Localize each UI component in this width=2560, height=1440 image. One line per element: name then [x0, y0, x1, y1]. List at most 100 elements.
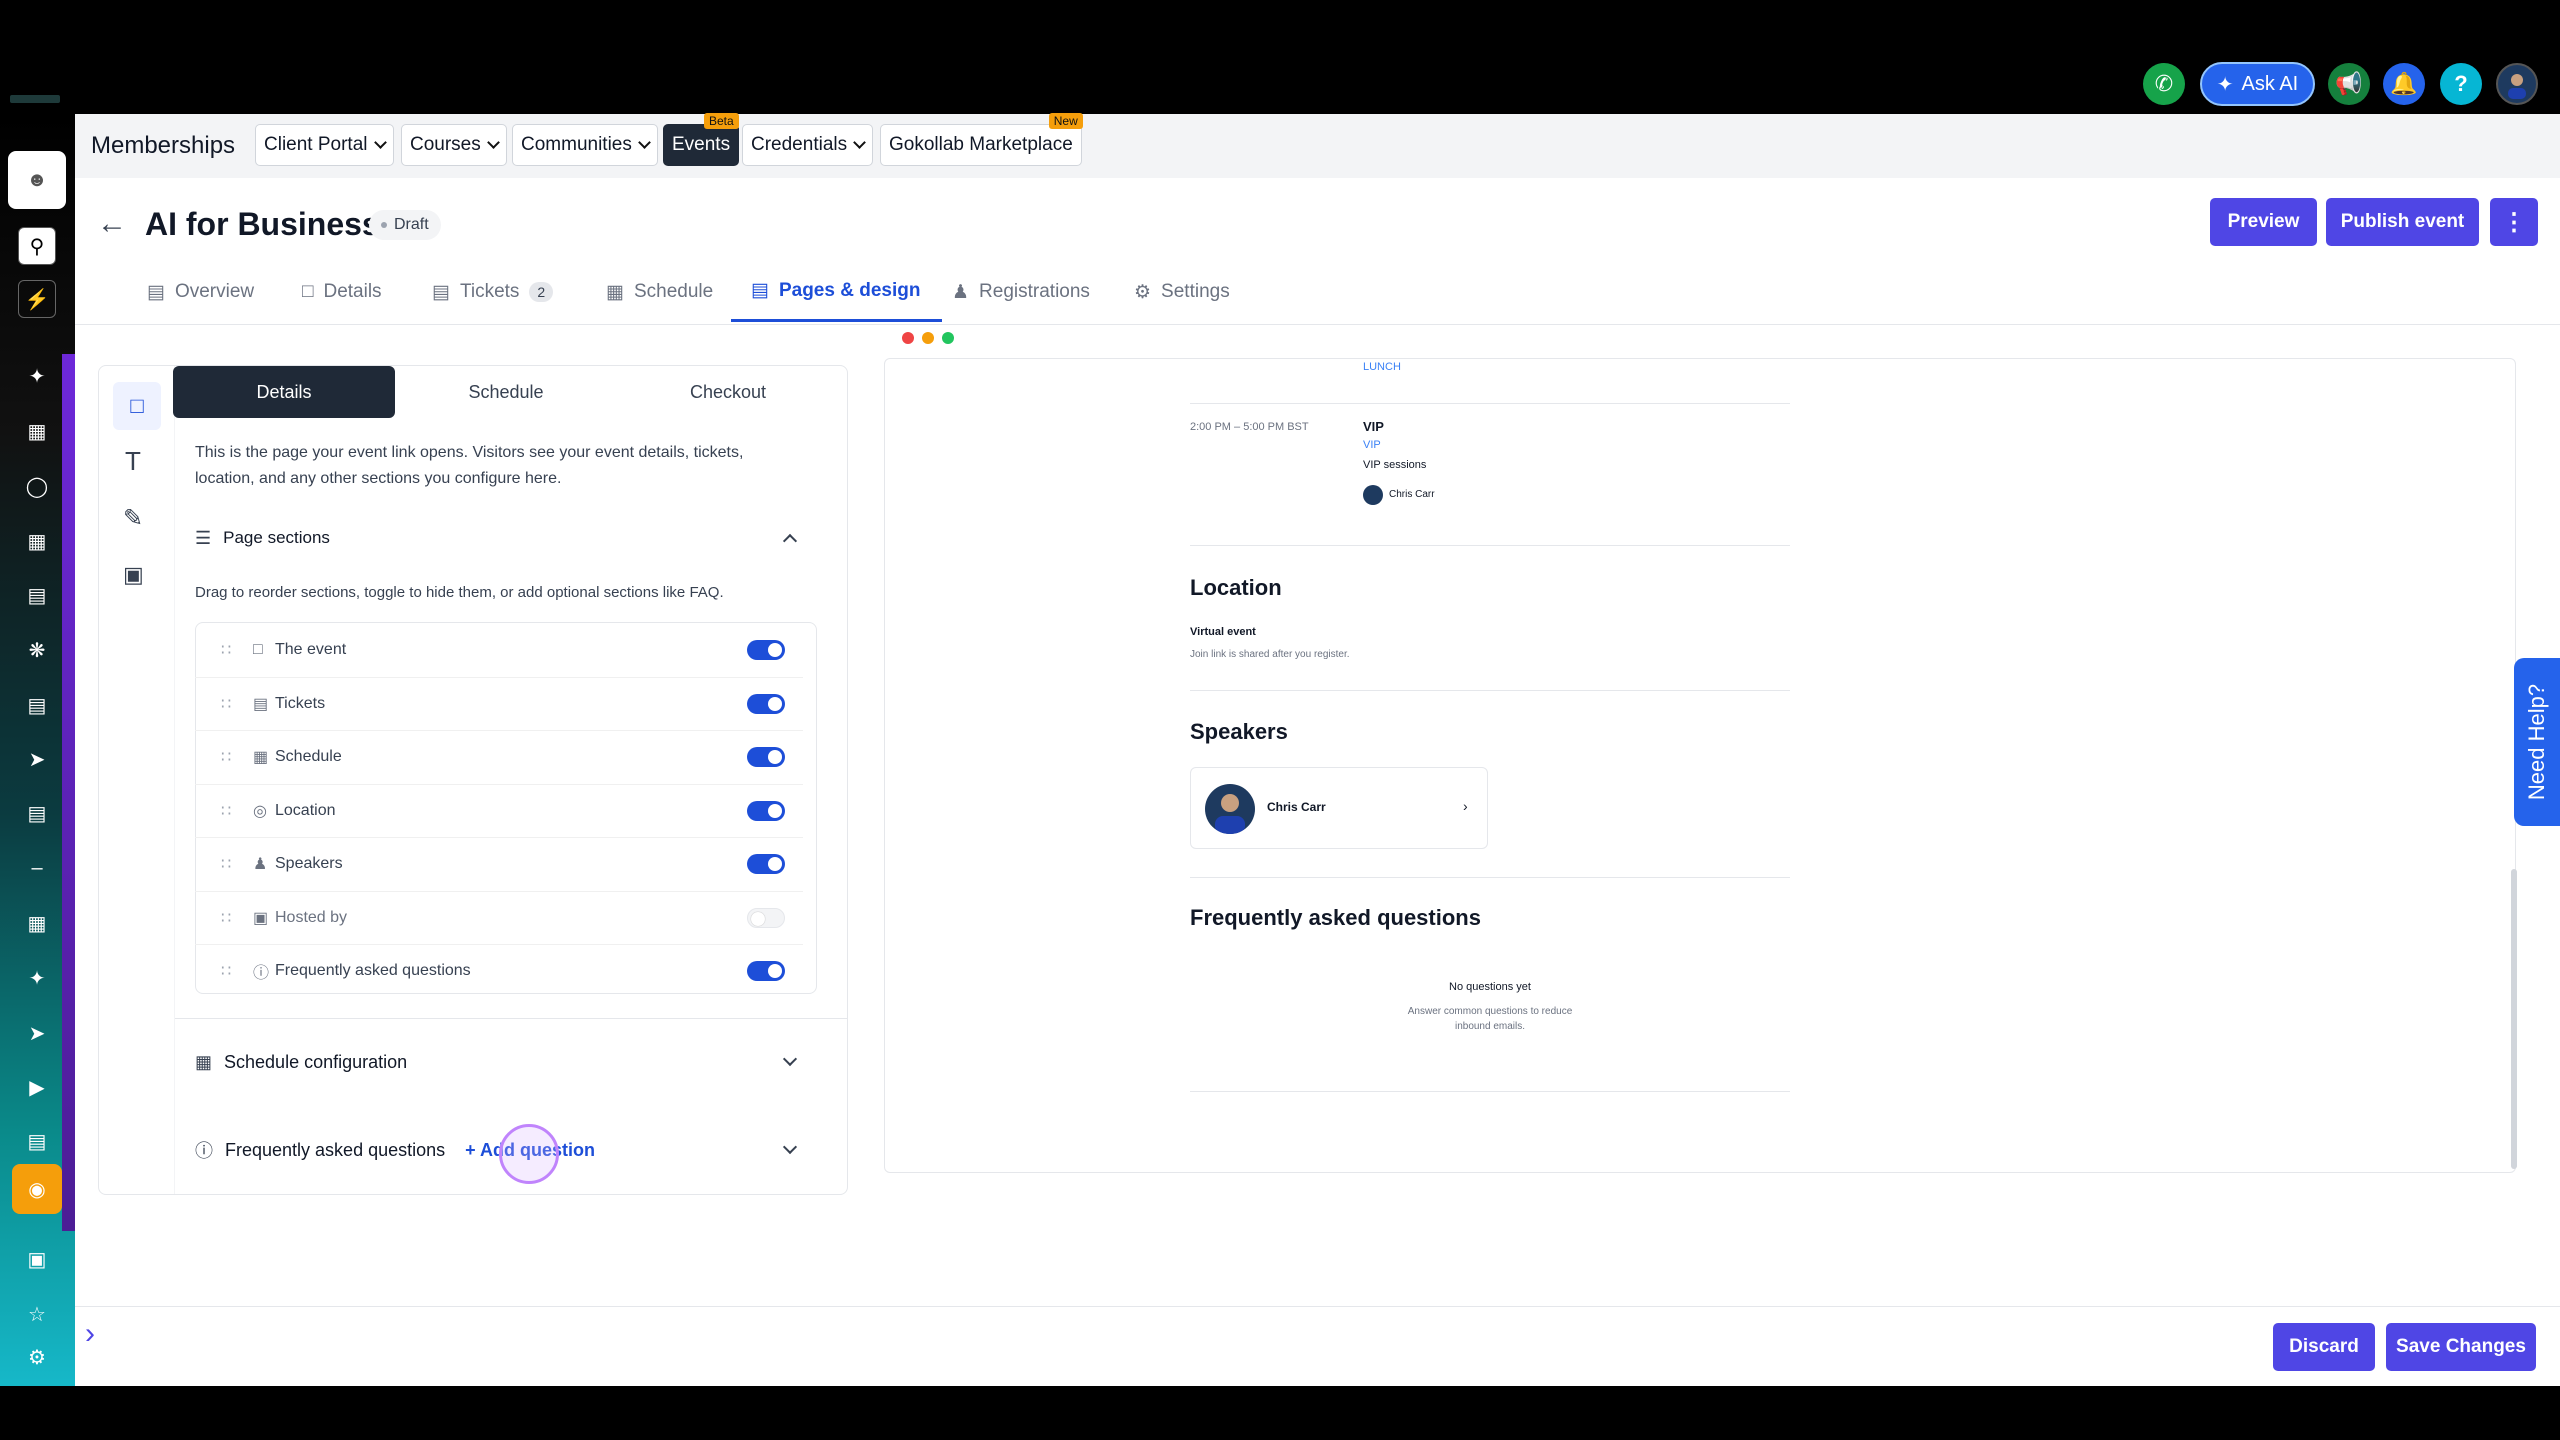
ai-sparkle-icon[interactable]: ✦ [18, 357, 56, 395]
section-toggle[interactable] [747, 747, 785, 767]
speaker-card[interactable]: Chris Carr › [1190, 767, 1488, 849]
account-switcher-icon[interactable]: ☻ [8, 151, 66, 209]
tab-settings[interactable]: ⚙ Settings [1134, 262, 1230, 322]
nav-events[interactable]: Events Beta [663, 113, 740, 166]
ask-ai-button[interactable]: ✦ Ask AI [2200, 62, 2315, 106]
expand-sidebar-icon[interactable]: › [85, 1317, 95, 1351]
reviews-icon[interactable]: ▦ [18, 904, 56, 942]
chevron-down-icon [486, 136, 500, 149]
nav-courses[interactable]: Courses [401, 124, 507, 166]
star-icon[interactable]: ☆ [18, 1295, 56, 1333]
panel-icon-rail [99, 366, 175, 1194]
pipeline-icon[interactable]: ▤ [18, 686, 56, 724]
page-icon[interactable]: □ [113, 382, 161, 430]
invoice-icon[interactable]: ▤ [18, 794, 56, 832]
memberships-nav: Memberships Client Portal Courses Commun… [75, 113, 2560, 178]
text-icon[interactable]: T [125, 446, 141, 477]
document-icon: □ [302, 281, 314, 302]
discard-button[interactable]: Discard [2273, 1323, 2375, 1371]
drag-handle-icon[interactable]: ∷ [221, 961, 235, 981]
section-toggle[interactable] [747, 800, 785, 821]
save-changes-button[interactable]: Save Changes [2386, 1323, 2536, 1371]
section-toggle[interactable] [747, 907, 785, 928]
nav-marketplace[interactable]: Gokollab Marketplace New [880, 113, 1083, 166]
drag-handle-icon[interactable]: ∷ [221, 854, 235, 874]
embed-icon[interactable]: ▣ [123, 562, 144, 588]
section-row-schedule[interactable]: ∷ ▦ Schedule [195, 730, 803, 783]
section-label: Hosted by [275, 908, 348, 926]
drag-handle-icon[interactable]: ∷ [221, 908, 235, 928]
list-icon: ☰ [195, 527, 212, 548]
chat-icon[interactable]: ◯ [18, 467, 56, 505]
page-sections-header[interactable]: ☰ Page sections [195, 508, 815, 568]
section-toggle[interactable] [747, 639, 785, 660]
section-row-speakers[interactable]: ∷ ♟ Speakers [195, 837, 803, 890]
segment-schedule[interactable]: Schedule [395, 366, 617, 418]
page-preview: LUNCH 2:00 PM – 5:00 PM BST VIP VIP VIP … [884, 358, 2517, 1173]
drag-handle-icon[interactable]: ∷ [221, 747, 235, 767]
user-avatar[interactable] [2496, 63, 2538, 105]
settings-icon[interactable]: ⚙ [18, 1338, 56, 1376]
dashboard-icon[interactable]: ▦ [18, 412, 56, 450]
faq-empty: No questions yet [1449, 981, 1531, 993]
ai-tools-icon[interactable]: ✦ [18, 959, 56, 997]
drag-handle-icon[interactable]: ∷ [221, 801, 235, 821]
chevron-right-icon: › [1463, 798, 1468, 814]
nav-client-portal[interactable]: Client Portal [255, 124, 394, 166]
publish-event-button[interactable]: Publish event [2326, 198, 2479, 246]
section-toggle[interactable] [747, 961, 785, 981]
section-toggle[interactable] [747, 693, 785, 714]
bell-icon[interactable]: 🔔 [2383, 63, 2425, 105]
nav-communities[interactable]: Communities [512, 124, 658, 166]
lightning-icon[interactable]: ⚡ [18, 280, 56, 318]
schedule-configuration-header[interactable]: ▦ Schedule configuration [195, 1032, 815, 1092]
segment-details[interactable]: Details [173, 366, 395, 418]
automation-icon[interactable]: ❋ [18, 631, 56, 669]
calendar-icon[interactable]: ▦ [18, 522, 56, 560]
bottom-bar [0, 1386, 2560, 1440]
need-help-button[interactable]: Need Help? [2514, 658, 2560, 826]
search-icon[interactable]: ⚲ [18, 227, 56, 265]
green-dot [942, 332, 954, 344]
divider [1190, 403, 1790, 404]
preview-button[interactable]: Preview [2210, 198, 2317, 246]
tab-details[interactable]: □ Details [302, 262, 382, 322]
scrollbar[interactable] [2511, 869, 2517, 1169]
divider [1190, 877, 1790, 878]
tab-registrations[interactable]: ♟ Registrations [952, 262, 1090, 322]
tab-schedule[interactable]: ▦ Schedule [606, 262, 713, 322]
segment-checkout[interactable]: Checkout [617, 366, 839, 418]
section-row-tickets[interactable]: ∷ ▤ Tickets [195, 676, 803, 730]
vip-desc: VIP sessions [1363, 459, 1427, 471]
section-row-location[interactable]: ∷ ◎ Location [195, 783, 803, 837]
contacts-icon[interactable]: ▤ [18, 576, 56, 614]
drag-handle-icon[interactable]: ∷ [221, 640, 235, 660]
back-arrow-icon[interactable]: ← [97, 207, 127, 241]
phone-icon[interactable]: ✆ [2143, 63, 2185, 105]
section-label: The event [275, 640, 347, 658]
memberships-icon[interactable]: ◉ [12, 1164, 62, 1214]
marketing-icon[interactable]: ➤ [18, 1014, 56, 1052]
brush-icon[interactable]: ✎ [123, 504, 143, 533]
video-icon[interactable]: ▶ [18, 1068, 56, 1106]
section-row-the-event[interactable]: ∷ □ The event [195, 623, 803, 676]
send-icon[interactable]: ➤ [18, 740, 56, 778]
page-title: AI for Business [145, 206, 380, 242]
drag-handle-icon[interactable]: ∷ [221, 694, 235, 714]
top-bar: ✆ ✦ Ask AI 📢 🔔 ? [0, 0, 2560, 114]
tab-tickets[interactable]: ▤ Tickets 2 [432, 262, 554, 322]
section-toggle[interactable] [747, 854, 785, 874]
tab-pages-design[interactable]: ▤ Pages & design [731, 262, 943, 322]
ticket-icon: ▤ [432, 281, 450, 303]
more-options-button[interactable]: ⋮ [2490, 198, 2538, 246]
tab-overview[interactable]: ▤ Overview [147, 262, 254, 322]
help-icon[interactable]: ? [2440, 63, 2482, 105]
nav-credentials[interactable]: Credentials [742, 124, 874, 166]
nav-title: Memberships [91, 132, 236, 159]
media-icon[interactable]: ▣ [18, 1240, 56, 1278]
section-row-frequently-asked-questions[interactable]: ∷ ⓘ Frequently asked questions [195, 944, 803, 997]
megaphone-icon[interactable]: 📢 [2328, 63, 2370, 105]
section-row-hosted-by[interactable]: ∷ ▣ Hosted by [195, 890, 803, 944]
chevron-down-icon [638, 136, 651, 149]
sites-icon[interactable]: ▤ [18, 1122, 56, 1160]
